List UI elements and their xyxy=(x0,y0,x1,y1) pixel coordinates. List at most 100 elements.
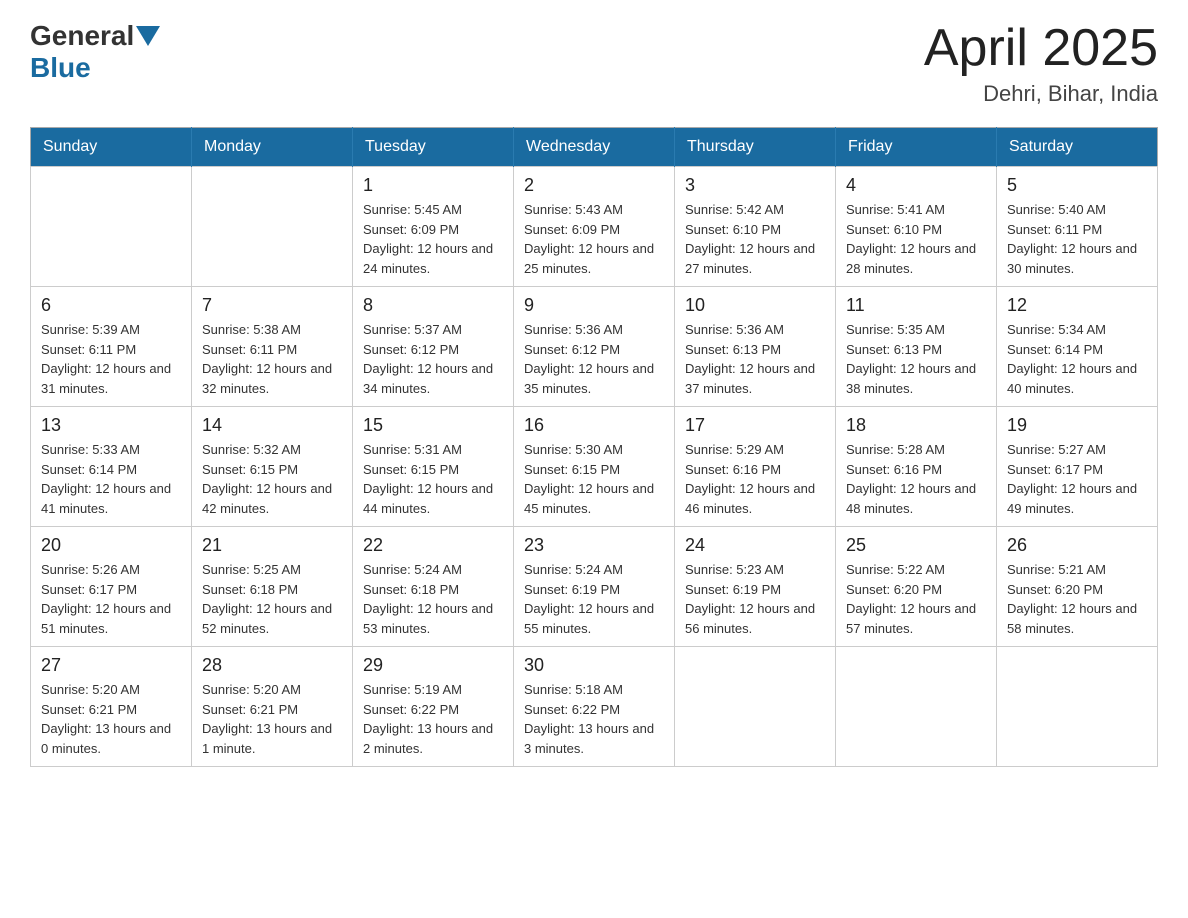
day-number: 27 xyxy=(41,655,181,676)
calendar-header: SundayMondayTuesdayWednesdayThursdayFrid… xyxy=(31,128,1158,167)
calendar-table: SundayMondayTuesdayWednesdayThursdayFrid… xyxy=(30,127,1158,767)
day-info: Sunrise: 5:20 AMSunset: 6:21 PMDaylight:… xyxy=(41,680,181,758)
calendar-cell: 23 Sunrise: 5:24 AMSunset: 6:19 PMDayligh… xyxy=(514,527,675,647)
weekday-header-thursday: Thursday xyxy=(675,128,836,167)
calendar-week-row: 27 Sunrise: 5:20 AMSunset: 6:21 PMDayligh… xyxy=(31,647,1158,767)
weekday-header-saturday: Saturday xyxy=(997,128,1158,167)
calendar-week-row: 6Sunrise: 5:39 AMSunset: 6:11 PMDaylight… xyxy=(31,287,1158,407)
day-info: Sunrise: 5:41 AMSunset: 6:10 PMDaylight:… xyxy=(846,200,986,278)
calendar-week-row: 20Sunrise: 5:26 AMSunset: 6:17 PMDayligh… xyxy=(31,527,1158,647)
title-section: April 2025 Dehri, Bihar, India xyxy=(924,20,1158,107)
calendar-cell: 14Sunrise: 5:32 AMSunset: 6:15 PMDayligh… xyxy=(192,407,353,527)
day-info: Sunrise: 5:28 AMSunset: 6:16 PMDaylight:… xyxy=(846,440,986,518)
calendar-cell: 25 Sunrise: 5:22 AMSunset: 6:20 PMDayligh… xyxy=(836,527,997,647)
calendar-cell xyxy=(997,647,1158,767)
calendar-cell: 6Sunrise: 5:39 AMSunset: 6:11 PMDaylight… xyxy=(31,287,192,407)
day-number: 28 xyxy=(202,655,342,676)
calendar-cell: 11Sunrise: 5:35 AMSunset: 6:13 PMDayligh… xyxy=(836,287,997,407)
logo-triangle-icon xyxy=(136,26,160,46)
calendar-cell: 20Sunrise: 5:26 AMSunset: 6:17 PMDayligh… xyxy=(31,527,192,647)
day-info: Sunrise: 5:25 AMSunset: 6:18 PMDaylight:… xyxy=(202,560,342,638)
calendar-cell: 2Sunrise: 5:43 AMSunset: 6:09 PMDaylight… xyxy=(514,167,675,287)
calendar-cell xyxy=(31,167,192,287)
day-number: 4 xyxy=(846,175,986,196)
day-info: Sunrise: 5:24 AMSunset: 6:19 PMDaylight:… xyxy=(524,560,664,638)
day-number: 19 xyxy=(1007,415,1147,436)
day-info: Sunrise: 5:35 AMSunset: 6:13 PMDaylight:… xyxy=(846,320,986,398)
day-info: Sunrise: 5:33 AMSunset: 6:14 PMDaylight:… xyxy=(41,440,181,518)
calendar-cell: 17 Sunrise: 5:29 AMSunset: 6:16 PMDayligh… xyxy=(675,407,836,527)
calendar-cell: 26 Sunrise: 5:21 AMSunset: 6:20 PMDayligh… xyxy=(997,527,1158,647)
calendar-cell xyxy=(192,167,353,287)
day-number: 24 xyxy=(685,535,825,556)
day-info: Sunrise: 5:29 AMSunset: 6:16 PMDaylight:… xyxy=(685,440,825,518)
calendar-cell: 15 Sunrise: 5:31 AMSunset: 6:15 PMDayligh… xyxy=(353,407,514,527)
day-info: Sunrise: 5:45 AMSunset: 6:09 PMDaylight:… xyxy=(363,200,503,278)
day-number: 3 xyxy=(685,175,825,196)
day-number: 23 xyxy=(524,535,664,556)
day-info: Sunrise: 5:20 AMSunset: 6:21 PMDaylight:… xyxy=(202,680,342,758)
day-info: Sunrise: 5:24 AMSunset: 6:18 PMDaylight:… xyxy=(363,560,503,638)
day-number: 22 xyxy=(363,535,503,556)
calendar-cell: 4 Sunrise: 5:41 AMSunset: 6:10 PMDaylight… xyxy=(836,167,997,287)
calendar-cell xyxy=(675,647,836,767)
day-number: 13 xyxy=(41,415,181,436)
day-number: 5 xyxy=(1007,175,1147,196)
day-number: 16 xyxy=(524,415,664,436)
day-info: Sunrise: 5:36 AMSunset: 6:12 PMDaylight:… xyxy=(524,320,664,398)
day-info: Sunrise: 5:32 AMSunset: 6:15 PMDaylight:… xyxy=(202,440,342,518)
day-number: 15 xyxy=(363,415,503,436)
day-number: 12 xyxy=(1007,295,1147,316)
calendar-cell: 7 Sunrise: 5:38 AMSunset: 6:11 PMDaylight… xyxy=(192,287,353,407)
logo-general-text: General xyxy=(30,20,134,52)
calendar-cell: 30 Sunrise: 5:18 AMSunset: 6:22 PMDayligh… xyxy=(514,647,675,767)
logo: General Blue xyxy=(30,20,162,84)
day-info: Sunrise: 5:38 AMSunset: 6:11 PMDaylight:… xyxy=(202,320,342,398)
calendar-cell: 10 Sunrise: 5:36 AMSunset: 6:13 PMDayligh… xyxy=(675,287,836,407)
day-info: Sunrise: 5:40 AMSunset: 6:11 PMDaylight:… xyxy=(1007,200,1147,278)
day-info: Sunrise: 5:42 AMSunset: 6:10 PMDaylight:… xyxy=(685,200,825,278)
day-info: Sunrise: 5:27 AMSunset: 6:17 PMDaylight:… xyxy=(1007,440,1147,518)
day-info: Sunrise: 5:31 AMSunset: 6:15 PMDaylight:… xyxy=(363,440,503,518)
day-number: 6 xyxy=(41,295,181,316)
day-number: 29 xyxy=(363,655,503,676)
calendar-cell: 28 Sunrise: 5:20 AMSunset: 6:21 PMDayligh… xyxy=(192,647,353,767)
day-info: Sunrise: 5:23 AMSunset: 6:19 PMDaylight:… xyxy=(685,560,825,638)
calendar-cell: 27 Sunrise: 5:20 AMSunset: 6:21 PMDayligh… xyxy=(31,647,192,767)
logo-blue-text: Blue xyxy=(30,52,91,83)
weekday-header-row: SundayMondayTuesdayWednesdayThursdayFrid… xyxy=(31,128,1158,167)
calendar-cell: 5 Sunrise: 5:40 AMSunset: 6:11 PMDaylight… xyxy=(997,167,1158,287)
day-number: 1 xyxy=(363,175,503,196)
day-number: 30 xyxy=(524,655,664,676)
weekday-header-sunday: Sunday xyxy=(31,128,192,167)
day-number: 17 xyxy=(685,415,825,436)
page-header: General Blue April 2025 Dehri, Bihar, In… xyxy=(30,20,1158,107)
day-info: Sunrise: 5:22 AMSunset: 6:20 PMDaylight:… xyxy=(846,560,986,638)
calendar-cell: 16Sunrise: 5:30 AMSunset: 6:15 PMDayligh… xyxy=(514,407,675,527)
day-info: Sunrise: 5:36 AMSunset: 6:13 PMDaylight:… xyxy=(685,320,825,398)
day-info: Sunrise: 5:18 AMSunset: 6:22 PMDaylight:… xyxy=(524,680,664,758)
day-number: 10 xyxy=(685,295,825,316)
calendar-week-row: 13 Sunrise: 5:33 AMSunset: 6:14 PMDayligh… xyxy=(31,407,1158,527)
location: Dehri, Bihar, India xyxy=(924,81,1158,107)
calendar-cell: 19 Sunrise: 5:27 AMSunset: 6:17 PMDayligh… xyxy=(997,407,1158,527)
day-number: 20 xyxy=(41,535,181,556)
day-info: Sunrise: 5:19 AMSunset: 6:22 PMDaylight:… xyxy=(363,680,503,758)
calendar-cell: 1 Sunrise: 5:45 AMSunset: 6:09 PMDaylight… xyxy=(353,167,514,287)
day-info: Sunrise: 5:43 AMSunset: 6:09 PMDaylight:… xyxy=(524,200,664,278)
day-info: Sunrise: 5:34 AMSunset: 6:14 PMDaylight:… xyxy=(1007,320,1147,398)
day-info: Sunrise: 5:21 AMSunset: 6:20 PMDaylight:… xyxy=(1007,560,1147,638)
calendar-body: 1 Sunrise: 5:45 AMSunset: 6:09 PMDaylight… xyxy=(31,167,1158,767)
calendar-cell: 12 Sunrise: 5:34 AMSunset: 6:14 PMDayligh… xyxy=(997,287,1158,407)
day-number: 21 xyxy=(202,535,342,556)
calendar-cell xyxy=(836,647,997,767)
day-number: 26 xyxy=(1007,535,1147,556)
day-number: 8 xyxy=(363,295,503,316)
calendar-cell: 29 Sunrise: 5:19 AMSunset: 6:22 PMDayligh… xyxy=(353,647,514,767)
calendar-cell: 18Sunrise: 5:28 AMSunset: 6:16 PMDayligh… xyxy=(836,407,997,527)
calendar-cell: 13 Sunrise: 5:33 AMSunset: 6:14 PMDayligh… xyxy=(31,407,192,527)
weekday-header-tuesday: Tuesday xyxy=(353,128,514,167)
day-number: 7 xyxy=(202,295,342,316)
day-info: Sunrise: 5:37 AMSunset: 6:12 PMDaylight:… xyxy=(363,320,503,398)
day-number: 25 xyxy=(846,535,986,556)
